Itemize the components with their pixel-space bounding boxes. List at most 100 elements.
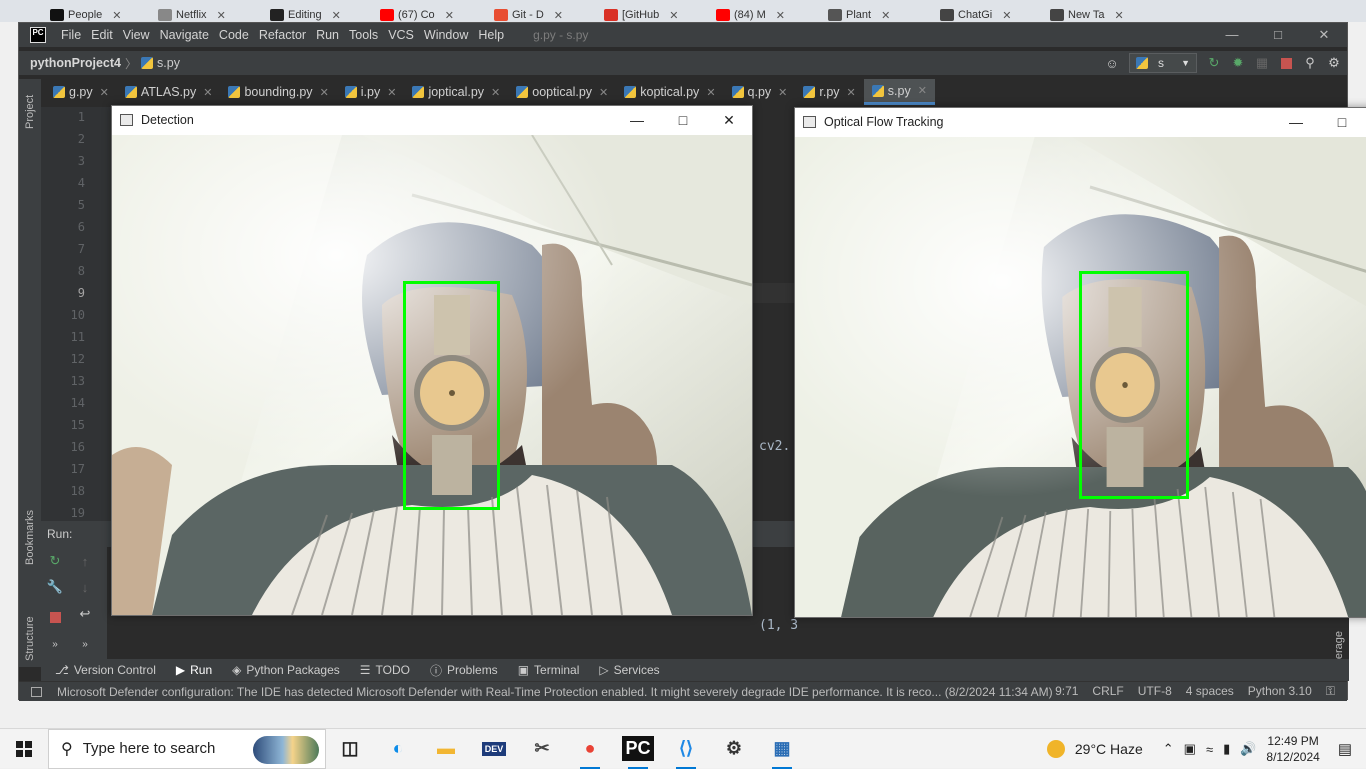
menu-item[interactable]: Navigate xyxy=(155,28,214,42)
battery-icon[interactable]: ▮ xyxy=(1223,741,1230,757)
coverage-icon[interactable]: ▦ xyxy=(1255,55,1269,70)
tool-window-button[interactable]: ▣ Terminal xyxy=(518,663,580,677)
close-icon[interactable]: ✕ xyxy=(445,9,454,22)
editor-tab[interactable]: i.py ✕ xyxy=(337,79,405,105)
browser-tab[interactable]: People ✕ xyxy=(50,8,121,22)
wrap-icon[interactable]: ↩ xyxy=(78,606,92,621)
detection-title-bar[interactable]: Detection — □ ✕ xyxy=(112,106,752,134)
stop-icon[interactable] xyxy=(48,610,62,624)
taskbar-app-chrome[interactable]: ● xyxy=(566,729,614,769)
menu-item[interactable]: Tools xyxy=(344,28,383,42)
tool-window-button[interactable]: ▷ Services xyxy=(599,663,659,677)
minimize-icon[interactable]: — xyxy=(1273,108,1319,136)
breadcrumb-project[interactable]: pythonProject4 xyxy=(30,56,121,70)
bookmarks-tool-label[interactable]: Bookmarks xyxy=(24,510,36,565)
close-icon[interactable]: ✕ xyxy=(778,86,787,99)
close-icon[interactable]: ✕ xyxy=(1114,9,1123,22)
close-icon[interactable]: ✕ xyxy=(100,86,109,99)
run-config-select[interactable]: s ▼ xyxy=(1129,53,1197,73)
debug-icon[interactable]: ✹ xyxy=(1231,55,1245,70)
taskbar-search[interactable]: ⚲ Type here to search xyxy=(48,728,326,769)
menu-item[interactable]: Run xyxy=(311,28,344,42)
editor-tab[interactable]: q.py ✕ xyxy=(724,79,796,105)
tool-window-button[interactable]: ▶ Run xyxy=(176,663,212,677)
taskbar-app-pycharm[interactable]: PC xyxy=(614,729,662,769)
close-icon[interactable]: ✕ xyxy=(918,84,927,97)
close-icon[interactable]: ✕ xyxy=(1301,23,1347,47)
project-tool-label[interactable]: Project xyxy=(24,95,36,129)
close-icon[interactable]: ✕ xyxy=(599,86,608,99)
browser-tab[interactable]: Plant ✕ xyxy=(828,8,890,22)
tool-window-button[interactable]: ☰ TODO xyxy=(360,663,410,677)
status-widget[interactable]: UTF-8 xyxy=(1138,684,1172,699)
close-icon[interactable]: ✕ xyxy=(881,9,890,22)
editor-tab[interactable]: bounding.py ✕ xyxy=(220,79,336,105)
more-icon[interactable]: » xyxy=(78,637,92,651)
maximize-icon[interactable]: □ xyxy=(660,106,706,134)
more-icon[interactable]: » xyxy=(48,637,62,651)
close-icon[interactable]: ✕ xyxy=(669,9,678,22)
close-icon[interactable]: ✕ xyxy=(554,9,563,22)
menu-item[interactable]: Refactor xyxy=(254,28,311,42)
editor-tab[interactable]: s.py ✕ xyxy=(863,79,935,105)
browser-tab[interactable]: Netflix ✕ xyxy=(158,8,226,22)
wrench-icon[interactable]: 🔧 xyxy=(47,579,63,594)
browser-tab[interactable]: Git - D ✕ xyxy=(494,8,563,22)
close-icon[interactable]: ✕ xyxy=(847,86,856,99)
close-icon[interactable]: ✕ xyxy=(1002,9,1011,22)
status-message[interactable]: Microsoft Defender configuration: The ID… xyxy=(57,685,1053,699)
user-icon[interactable]: ☺ xyxy=(1105,56,1119,71)
menu-item[interactable]: Help xyxy=(473,28,509,42)
editor-tab[interactable]: g.py ✕ xyxy=(45,79,117,105)
menu-item[interactable]: Edit xyxy=(86,28,118,42)
status-widget[interactable]: 4 spaces xyxy=(1186,684,1234,699)
stop-icon[interactable] xyxy=(1279,56,1293,70)
menu-item[interactable]: VCS xyxy=(383,28,419,42)
down-arrow-icon[interactable]: ↓ xyxy=(78,580,92,595)
minimize-icon[interactable]: — xyxy=(1209,23,1255,47)
detection-window[interactable]: Detection — □ ✕ xyxy=(111,105,753,616)
close-icon[interactable]: ✕ xyxy=(387,86,396,99)
breadcrumb-file[interactable]: s.py xyxy=(157,56,180,70)
status-widget[interactable]: 9:71 xyxy=(1055,684,1078,699)
close-icon[interactable]: ✕ xyxy=(776,9,785,22)
start-button[interactable] xyxy=(0,729,48,769)
status-widget[interactable]: Python 3.10 xyxy=(1248,684,1312,699)
browser-tab[interactable]: [GitHub ✕ xyxy=(604,8,679,22)
close-icon[interactable]: ✕ xyxy=(203,86,212,99)
menu-item[interactable]: View xyxy=(118,28,155,42)
close-icon[interactable]: ✕ xyxy=(706,86,715,99)
volume-icon[interactable]: 🔊 xyxy=(1240,741,1256,757)
taskbar-app-control-panel[interactable]: ▦ xyxy=(758,729,806,769)
tool-window-button[interactable]: ⎇ Version Control xyxy=(55,663,156,677)
wifi-icon[interactable]: ≈ xyxy=(1206,742,1213,757)
up-arrow-icon[interactable]: ↑ xyxy=(78,554,92,569)
editor-tab[interactable]: koptical.py ✕ xyxy=(616,79,723,105)
close-icon[interactable]: ✕ xyxy=(706,106,752,134)
lock-icon[interactable]: ⚿ xyxy=(1326,684,1335,699)
structure-tool-label[interactable]: Structure xyxy=(24,616,36,661)
optical-flow-title-bar[interactable]: Optical Flow Tracking — □ xyxy=(795,108,1366,136)
menu-item[interactable]: File xyxy=(56,28,86,42)
rerun-icon[interactable]: ↻ xyxy=(1207,55,1221,70)
taskbar-app-settings[interactable]: ⚙ xyxy=(710,729,758,769)
optical-flow-window[interactable]: Optical Flow Tracking — □ xyxy=(794,107,1366,618)
meet-icon[interactable]: ▣ xyxy=(1184,741,1196,757)
weather-icon[interactable] xyxy=(1046,740,1065,758)
taskbar-app-edge[interactable]: ◐ xyxy=(374,729,422,769)
notification-center-icon[interactable]: ▤ xyxy=(1338,740,1352,758)
taskbar-app-file-explorer[interactable]: ▬ xyxy=(422,729,470,769)
notification-icon[interactable] xyxy=(31,686,42,697)
close-icon[interactable]: ✕ xyxy=(332,9,341,22)
tool-window-button[interactable]: ⓘ Problems xyxy=(430,662,498,679)
browser-tab[interactable]: (67) Co ✕ xyxy=(380,8,454,22)
menu-item[interactable]: Code xyxy=(214,28,254,42)
menu-item[interactable]: Window xyxy=(419,28,473,42)
editor-tab[interactable]: ATLAS.py ✕ xyxy=(117,79,221,105)
close-icon[interactable]: ✕ xyxy=(320,86,329,99)
minimize-icon[interactable]: — xyxy=(614,106,660,134)
weather-text[interactable]: 29°C Haze xyxy=(1075,741,1143,757)
gear-icon[interactable]: ⚙ xyxy=(1327,55,1341,70)
taskbar-app-dev-home[interactable]: DEV xyxy=(470,729,518,769)
clock[interactable]: 12:49 PM 8/12/2024 xyxy=(1266,733,1319,765)
